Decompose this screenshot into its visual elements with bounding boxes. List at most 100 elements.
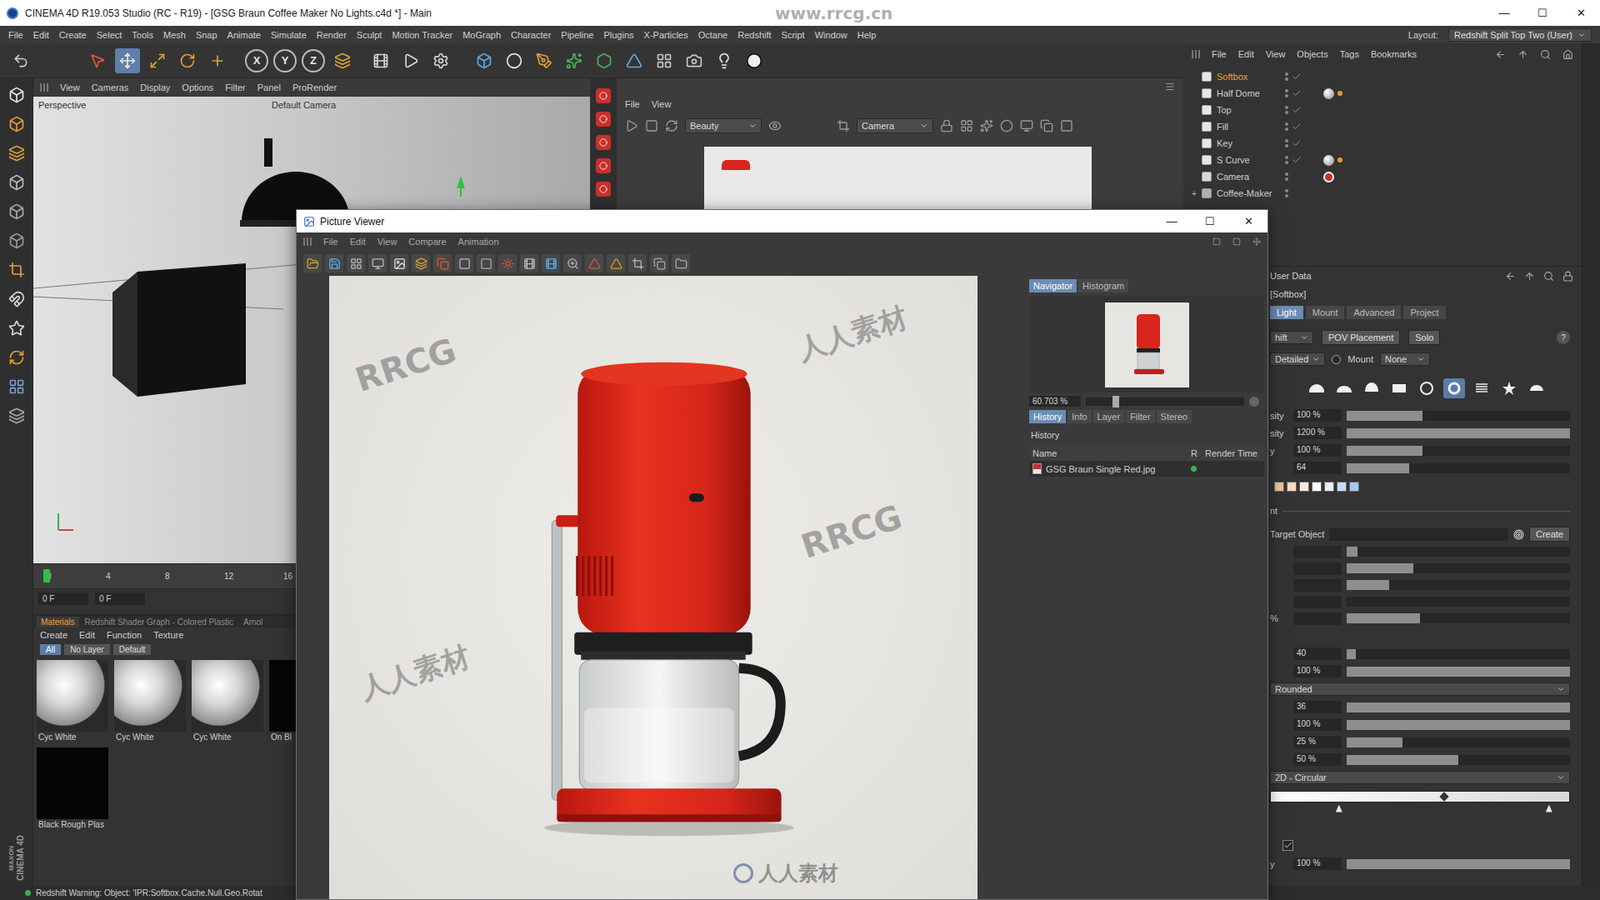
- color-swatch[interactable]: [1336, 481, 1347, 492]
- material-menu-item[interactable]: Function: [106, 630, 142, 640]
- value-field[interactable]: 64: [1293, 461, 1342, 475]
- mount-radio[interactable]: [1331, 355, 1341, 365]
- picture-viewer-menu-item[interactable]: Compare: [408, 236, 446, 247]
- value-field[interactable]: 1200 %: [1293, 426, 1342, 440]
- object-menu-item[interactable]: Bookmarks: [1370, 49, 1417, 60]
- material-tag-icon[interactable]: [1323, 88, 1335, 100]
- mode-button[interactable]: [4, 375, 30, 399]
- window-control[interactable]: —: [1152, 210, 1191, 233]
- value-field[interactable]: [1293, 595, 1342, 609]
- mode-button[interactable]: [4, 112, 30, 136]
- playhead[interactable]: [43, 569, 50, 583]
- slider-track[interactable]: [1346, 445, 1570, 456]
- shape-button[interactable]: [1388, 378, 1410, 399]
- mode-button[interactable]: [4, 345, 30, 370]
- target-icon[interactable]: [1513, 529, 1525, 540]
- zoom-reset-button[interactable]: [1249, 396, 1260, 407]
- render-button[interactable]: [595, 158, 611, 174]
- value-field[interactable]: 100 %: [1293, 718, 1342, 731]
- viewport-menu-item[interactable]: Cameras: [91, 82, 130, 93]
- tool-button[interactable]: [368, 48, 394, 74]
- gradient-knob[interactable]: [1545, 805, 1553, 813]
- render-button[interactable]: [595, 111, 611, 127]
- create-button[interactable]: Create: [1529, 526, 1570, 542]
- material-tab[interactable]: Materials: [36, 616, 80, 628]
- window-control[interactable]: ✕: [1229, 210, 1268, 233]
- render-button[interactable]: [595, 135, 611, 150]
- option-button[interactable]: POV Placement: [1321, 330, 1400, 345]
- slider-track[interactable]: [1346, 737, 1570, 748]
- tool-button[interactable]: [651, 48, 677, 74]
- tool-button[interactable]: [115, 48, 140, 74]
- menu-item[interactable]: Plugins: [603, 30, 634, 40]
- picture-viewer-tool[interactable]: [390, 254, 409, 273]
- menu-item[interactable]: Window: [815, 30, 848, 40]
- menu-item[interactable]: Octane: [698, 30, 728, 40]
- tool-button[interactable]: [205, 48, 230, 74]
- shape-button[interactable]: [1525, 378, 1548, 399]
- value-field[interactable]: 36: [1293, 700, 1342, 714]
- attribute-tab[interactable]: Advanced: [1346, 305, 1401, 320]
- object-menu-item[interactable]: Objects: [1296, 49, 1328, 60]
- picture-viewer-tool[interactable]: [628, 254, 647, 273]
- tool-button[interactable]: [175, 48, 200, 74]
- window-control[interactable]: —: [1485, 0, 1524, 26]
- window-control[interactable]: ✕: [1561, 0, 1600, 26]
- frame-field[interactable]: 0 F: [95, 592, 145, 605]
- value-field[interactable]: [1293, 612, 1342, 625]
- slider-track[interactable]: [1346, 563, 1570, 574]
- mode-button[interactable]: [4, 404, 30, 428]
- menu-item[interactable]: Render: [316, 30, 347, 40]
- menu-item[interactable]: Sculpt: [356, 30, 383, 40]
- picture-viewer-tool[interactable]: [541, 254, 560, 273]
- render-menu-item[interactable]: View: [651, 99, 672, 110]
- gradient-bar[interactable]: [1270, 790, 1570, 803]
- slider-track[interactable]: [1346, 596, 1570, 607]
- object-row[interactable]: Top: [1183, 101, 1582, 119]
- color-swatch[interactable]: [1324, 481, 1335, 492]
- render-button[interactable]: [595, 88, 611, 104]
- help-button[interactable]: ?: [1556, 330, 1570, 345]
- viewport-menu-item[interactable]: Panel: [257, 82, 281, 93]
- value-field[interactable]: [1293, 545, 1342, 559]
- info-tab[interactable]: Stereo: [1156, 410, 1192, 424]
- picture-viewer-menu-item[interactable]: Animation: [458, 236, 500, 247]
- shape-button[interactable]: [1333, 378, 1355, 399]
- menu-item[interactable]: File: [8, 30, 24, 40]
- menu-item[interactable]: Animate: [227, 30, 261, 40]
- tool-button[interactable]: [85, 48, 110, 74]
- zoom-slider[interactable]: [1085, 397, 1245, 406]
- layout-dropdown[interactable]: Redshift Split Top Two (User): [1448, 28, 1592, 42]
- target-field[interactable]: [1329, 528, 1509, 541]
- info-tab[interactable]: History: [1029, 410, 1066, 424]
- menu-item[interactable]: Snap: [195, 30, 218, 40]
- history-row[interactable]: GSG Braun Single Red.jpg: [1029, 460, 1265, 477]
- checkbox[interactable]: [1282, 840, 1294, 851]
- detail-dropdown[interactable]: Detailed: [1270, 352, 1325, 366]
- mode-button[interactable]: [4, 83, 30, 107]
- tool-button[interactable]: [741, 48, 767, 74]
- filter-button[interactable]: Default: [113, 644, 152, 655]
- slider-track[interactable]: [1346, 649, 1570, 660]
- value-field[interactable]: [1293, 562, 1342, 575]
- viewport-menu-item[interactable]: ProRender: [292, 82, 337, 93]
- window-control[interactable]: ☐: [1523, 0, 1562, 26]
- menu-item[interactable]: Help: [857, 30, 877, 40]
- info-tab[interactable]: Layer: [1093, 410, 1125, 424]
- value-field[interactable]: 100 %: [1293, 409, 1342, 422]
- menu-item[interactable]: Mesh: [163, 30, 186, 40]
- material-tab[interactable]: Arnol: [239, 616, 267, 628]
- picture-viewer-tool[interactable]: [671, 254, 690, 273]
- render-menu-item[interactable]: File: [625, 99, 640, 110]
- shape-button[interactable]: [1415, 378, 1438, 399]
- value-field[interactable]: 25 %: [1293, 735, 1342, 749]
- slider-track[interactable]: [1346, 702, 1570, 713]
- material-tile[interactable]: Cyc White: [36, 660, 109, 743]
- picture-viewer-tool[interactable]: [520, 254, 539, 273]
- object-menu-item[interactable]: Edit: [1238, 49, 1255, 60]
- camera-dropdown[interactable]: Camera: [856, 118, 934, 134]
- option-button[interactable]: Solo: [1408, 330, 1440, 345]
- render-button[interactable]: [595, 181, 611, 197]
- object-row[interactable]: Half Dome: [1183, 85, 1582, 102]
- material-tile[interactable]: Cyc White: [114, 660, 186, 743]
